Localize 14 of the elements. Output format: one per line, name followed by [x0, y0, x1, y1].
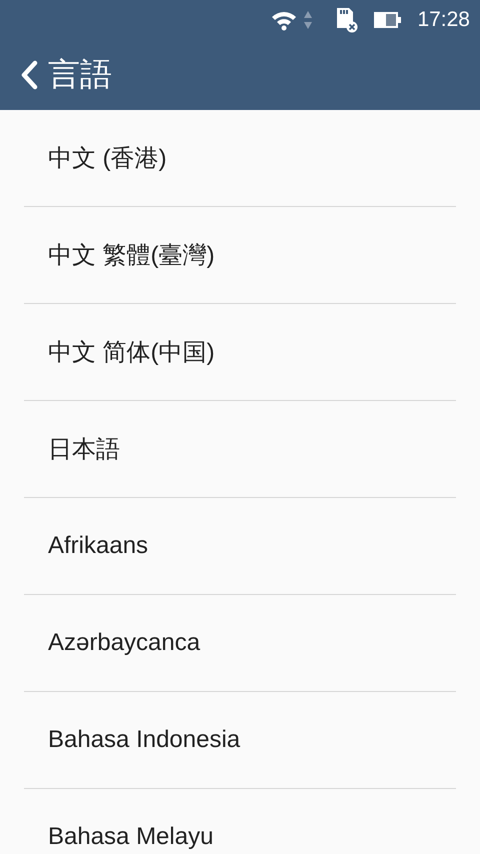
screen-title: 言語	[48, 54, 112, 95]
language-item[interactable]: 中文 (香港)	[48, 142, 167, 174]
language-item[interactable]: 日本語	[48, 433, 120, 465]
back-icon[interactable]	[20, 60, 38, 90]
status-time: 17:28	[417, 8, 470, 32]
language-item[interactable]: Azərbaycanca	[48, 629, 200, 657]
data-arrows-icon	[303, 9, 314, 31]
battery-icon	[373, 10, 404, 30]
language-item[interactable]: Afrikaans	[48, 532, 148, 560]
language-item[interactable]: Bahasa Melayu	[48, 823, 214, 851]
language-item[interactable]: Bahasa Indonesia	[48, 726, 240, 754]
language-item[interactable]: 中文 繁體(臺灣)	[48, 239, 215, 271]
language-item[interactable]: 中文 简体(中国)	[48, 336, 215, 368]
wifi-icon	[271, 9, 298, 31]
